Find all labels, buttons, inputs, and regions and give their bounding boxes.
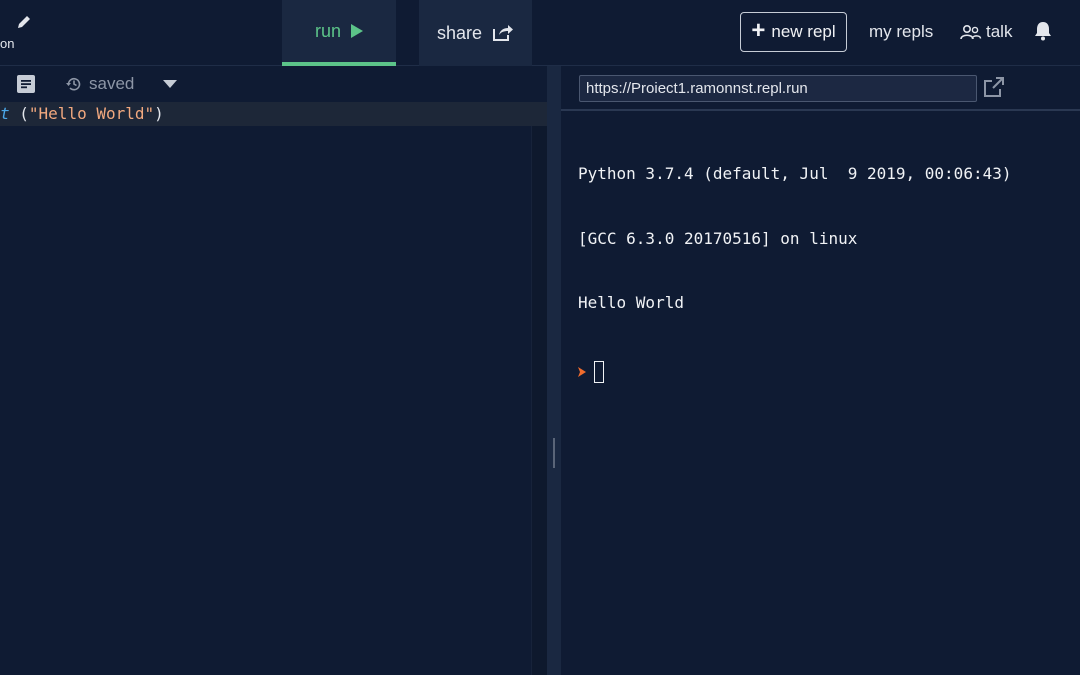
code-open-paren: ( bbox=[9, 104, 29, 123]
history-icon bbox=[66, 77, 81, 91]
talk-label: talk bbox=[986, 22, 1013, 41]
play-icon bbox=[351, 24, 363, 38]
prompt-line[interactable] bbox=[578, 360, 1011, 383]
code-close-paren: ) bbox=[154, 104, 164, 123]
saved-label: saved bbox=[89, 74, 135, 93]
console-pane[interactable]: https://Proiect1.ramonnst.repl.run Pytho… bbox=[561, 66, 1080, 675]
people-icon bbox=[960, 24, 982, 40]
document-icon[interactable] bbox=[17, 75, 35, 93]
my-repls-link[interactable]: my repls bbox=[869, 22, 933, 42]
divider-grip[interactable] bbox=[553, 438, 555, 468]
pencil-icon[interactable] bbox=[14, 12, 34, 32]
saved-status: saved bbox=[65, 74, 134, 94]
terminal-line: Python 3.7.4 (default, Jul 9 2019, 00:06… bbox=[578, 164, 1012, 183]
terminal-line: [GCC 6.3.0 20170516] on linux bbox=[578, 228, 858, 248]
url-bar: https://Proiect1.ramonnst.repl.run bbox=[561, 66, 1080, 111]
bell-icon[interactable] bbox=[1034, 21, 1052, 41]
share-icon bbox=[493, 25, 514, 41]
prompt-arrow-icon bbox=[578, 366, 586, 377]
top-bar: on run share + new repl my repls talk bbox=[0, 0, 1080, 66]
terminal-cursor bbox=[594, 360, 604, 383]
run-label: run bbox=[314, 20, 341, 41]
terminal-output[interactable]: Python 3.7.4 (default, Jul 9 2019, 00:06… bbox=[578, 120, 1011, 426]
terminal-line: Hello World bbox=[578, 293, 684, 312]
talk-link[interactable]: talk bbox=[960, 22, 1012, 42]
chevron-down-icon[interactable] bbox=[163, 80, 177, 88]
code-line[interactable]: t ("Hello World") bbox=[0, 102, 547, 126]
run-button[interactable]: run bbox=[282, 0, 396, 66]
new-repl-button[interactable]: + new repl bbox=[740, 12, 847, 52]
repl-name-fragment[interactable]: on bbox=[0, 36, 14, 51]
new-repl-label: new repl bbox=[771, 22, 836, 41]
code-keyword: t bbox=[0, 104, 10, 123]
open-external-icon[interactable] bbox=[982, 75, 1006, 99]
code-string: "Hello World" bbox=[28, 104, 155, 123]
editor-toolbar: saved bbox=[0, 66, 547, 102]
editor-scrollbar[interactable] bbox=[531, 126, 547, 675]
pane-divider[interactable] bbox=[547, 66, 561, 675]
share-label: share bbox=[436, 22, 483, 43]
repl-url-field[interactable]: https://Proiect1.ramonnst.repl.run bbox=[579, 75, 977, 102]
plus-icon: + bbox=[751, 17, 766, 44]
share-button[interactable]: share bbox=[419, 0, 532, 66]
editor-pane[interactable]: saved t ("Hello World") bbox=[0, 66, 547, 675]
